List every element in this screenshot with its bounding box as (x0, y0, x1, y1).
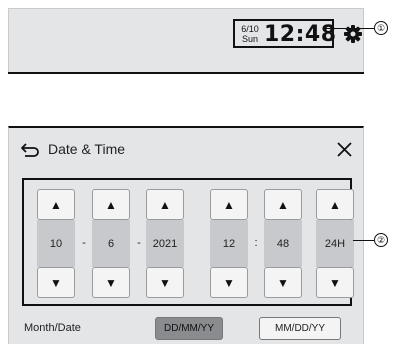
date-time-picker: ▲ 10 ▼ - ▲ 6 ▼ - ▲ 2021 ▼ ▲ 12 ▼ : ▲ 48 … (22, 178, 354, 306)
minute-up-button[interactable]: ▲ (264, 189, 302, 220)
time-separator: : (254, 237, 258, 249)
date-separator-2: - (137, 237, 141, 249)
close-icon[interactable] (336, 141, 353, 158)
date-separator-1: - (82, 237, 86, 249)
callout-marker-2: ② (374, 233, 388, 247)
back-arrow-icon[interactable] (20, 142, 40, 158)
hour-value: 12 (210, 220, 248, 267)
year-down-button[interactable]: ▼ (146, 267, 184, 298)
clock-date: 6/10 Sun (239, 24, 261, 44)
date-time-panel: Date & Time ▲ 10 ▼ - ▲ 6 ▼ - ▲ 2021 ▼ ▲ … (8, 126, 364, 344)
status-bar: 6/10 Sun 12:48 (8, 8, 364, 74)
clock-date-weekday: Sun (241, 34, 258, 44)
clock-display[interactable]: 6/10 Sun 12:48 (233, 19, 337, 48)
clock-mode-column: ▲ 24H ▼ (316, 189, 354, 298)
clock-mode-value: 24H (316, 220, 354, 267)
year-value: 2021 (146, 220, 184, 267)
page-title: Date & Time (48, 141, 126, 157)
hour-up-button[interactable]: ▲ (210, 189, 248, 220)
day-column: ▲ 10 ▼ (37, 189, 75, 298)
format-mm-dd-yy-button[interactable]: MM/DD/YY (259, 317, 341, 340)
day-value: 10 (37, 220, 75, 267)
year-column: ▲ 2021 ▼ (146, 189, 184, 298)
minute-down-button[interactable]: ▼ (264, 267, 302, 298)
month-value: 6 (92, 220, 130, 267)
clock-mode-down-button[interactable]: ▼ (316, 267, 354, 298)
format-dd-mm-yy-button[interactable]: DD/MM/YY (155, 317, 223, 340)
hour-down-button[interactable]: ▼ (210, 267, 248, 298)
month-column: ▲ 6 ▼ (92, 189, 130, 298)
month-down-button[interactable]: ▼ (92, 267, 130, 298)
day-up-button[interactable]: ▲ (37, 189, 75, 220)
minute-column: ▲ 48 ▼ (264, 189, 302, 298)
month-date-label: Month/Date (24, 322, 81, 334)
day-down-button[interactable]: ▼ (37, 267, 75, 298)
hour-column: ▲ 12 ▼ (210, 189, 248, 298)
callout-line-1 (326, 28, 374, 29)
callout-marker-1: ① (374, 21, 388, 35)
callout-line-2 (353, 240, 374, 241)
month-up-button[interactable]: ▲ (92, 189, 130, 220)
panel-header: Date & Time (9, 128, 363, 174)
clock-mode-up-button[interactable]: ▲ (316, 189, 354, 220)
minute-value: 48 (264, 220, 302, 267)
clock-time: 12:48 (264, 22, 337, 47)
year-up-button[interactable]: ▲ (146, 189, 184, 220)
gear-icon[interactable] (343, 24, 363, 44)
month-date-format-row: Month/Date DD/MM/YY MM/DD/YY (9, 314, 363, 344)
clock-date-day: 6/10 (241, 24, 259, 34)
